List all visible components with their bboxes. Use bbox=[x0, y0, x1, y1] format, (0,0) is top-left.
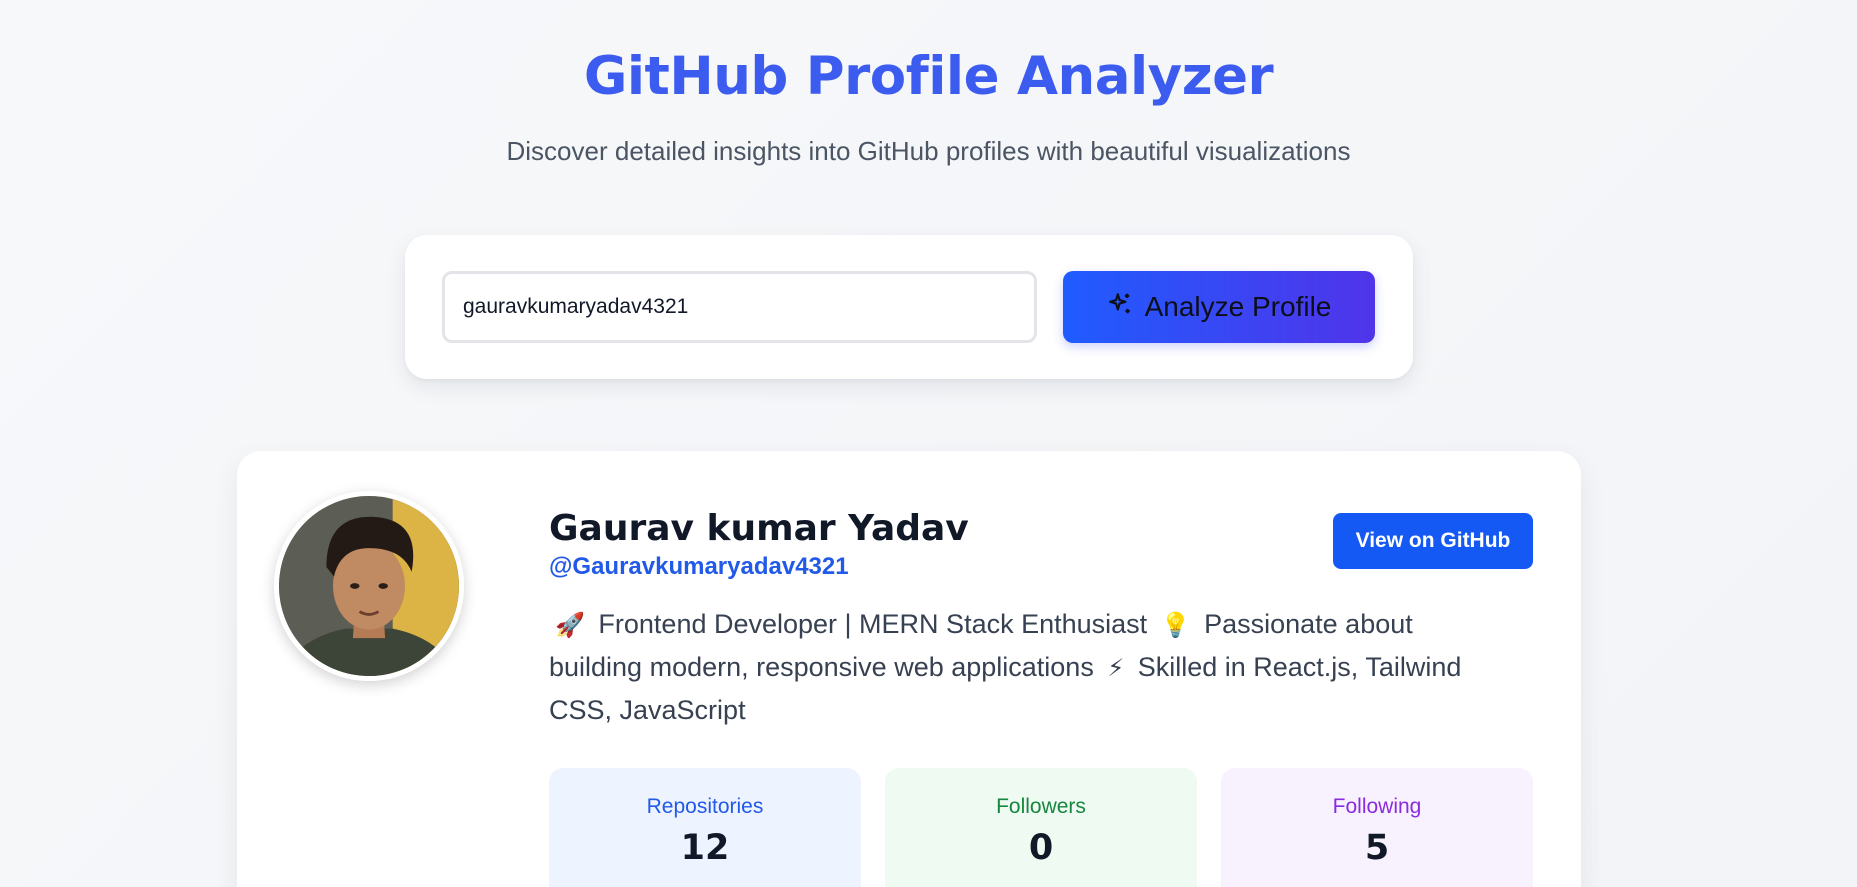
rocket-icon: 🚀 bbox=[555, 611, 585, 639]
profile-card: Gaurav kumar Yadav @Gauravkumaryadav4321… bbox=[237, 451, 1581, 887]
following-label: Following bbox=[1332, 795, 1422, 818]
followers-label: Followers bbox=[996, 795, 1086, 818]
analyze-profile-label: Analyze Profile bbox=[1144, 291, 1332, 322]
lightning-icon: ⚡ bbox=[1107, 654, 1125, 682]
profile-handle-link[interactable]: @Gauravkumaryadav4321 bbox=[549, 551, 849, 583]
page-title: GitHub Profile Analyzer bbox=[583, 46, 1274, 107]
view-on-github-button[interactable]: View on GitHub bbox=[1333, 513, 1533, 569]
app-root: GitHub Profile Analyzer Discover detaile… bbox=[0, 0, 1857, 887]
bio-text-1: Frontend Developer | MERN Stack Enthusia… bbox=[598, 609, 1148, 639]
repositories-stat-card: Repositories 12 bbox=[549, 768, 861, 887]
page-subtitle: Discover detailed insights into GitHub p… bbox=[506, 136, 1351, 166]
analyze-profile-button[interactable]: Analyze Profile bbox=[1063, 271, 1375, 343]
following-stat-card: Following 5 bbox=[1221, 768, 1533, 887]
followers-count: 0 bbox=[1028, 828, 1054, 868]
repositories-count: 12 bbox=[680, 828, 730, 868]
hero-header: GitHub Profile Analyzer Discover detaile… bbox=[0, 40, 1857, 168]
following-count: 5 bbox=[1364, 828, 1390, 868]
followers-stat-card: Followers 0 bbox=[885, 768, 1197, 887]
lightbulb-icon: 💡 bbox=[1160, 611, 1191, 639]
username-input[interactable] bbox=[442, 271, 1037, 343]
sparkles-icon bbox=[1107, 291, 1133, 324]
repositories-label: Repositories bbox=[646, 795, 764, 818]
avatar bbox=[274, 491, 464, 681]
search-card: Analyze Profile bbox=[405, 235, 1413, 379]
profile-name: Gaurav kumar Yadav bbox=[549, 508, 969, 549]
profile-bio: 🚀 Frontend Developer | MERN Stack Enthus… bbox=[549, 603, 1509, 731]
